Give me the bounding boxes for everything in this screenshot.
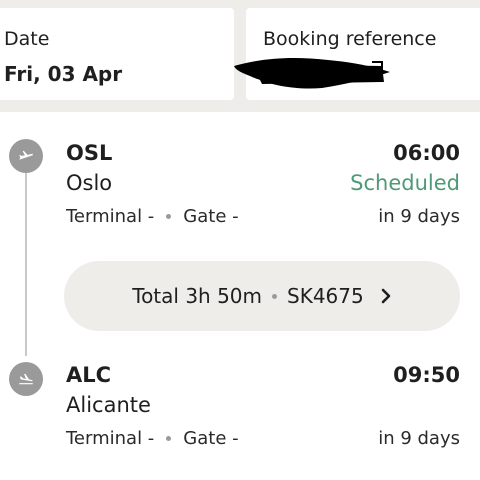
departure-terminal: Terminal - bbox=[66, 206, 155, 227]
separator-dot bbox=[272, 293, 278, 299]
arrival-terminal-gate: Terminal - Gate - bbox=[66, 428, 239, 449]
booking-reference-label: Booking reference bbox=[263, 28, 437, 50]
plane-landing-icon bbox=[9, 362, 43, 396]
flight-status: Scheduled bbox=[350, 171, 460, 195]
timeline-line bbox=[25, 172, 27, 356]
departure-city: Oslo bbox=[66, 171, 113, 195]
departure-time: 06:00 bbox=[393, 141, 460, 165]
arrival-terminal: Terminal - bbox=[66, 428, 155, 449]
date-value: Fri, 03 Apr bbox=[4, 62, 123, 86]
date-card: Date Fri, 03 Apr bbox=[0, 8, 234, 100]
arrival-code: ALC bbox=[66, 363, 112, 387]
chevron-right-icon bbox=[380, 288, 392, 304]
flight-number: SK4675 bbox=[287, 284, 364, 308]
separator-dot bbox=[166, 214, 172, 219]
arrival-time: 09:50 bbox=[393, 363, 460, 387]
departure-code: OSL bbox=[66, 141, 113, 165]
flight-details-button[interactable]: Total 3h 50m SK4675 bbox=[64, 261, 460, 331]
flight-duration: Total 3h 50m bbox=[132, 284, 263, 308]
plane-takeoff-icon bbox=[9, 139, 43, 173]
arrival-gate: Gate - bbox=[183, 428, 239, 449]
arrival-city: Alicante bbox=[66, 393, 151, 417]
departure-relative-day: in 9 days bbox=[378, 206, 460, 227]
departure-terminal-gate: Terminal - Gate - bbox=[66, 206, 239, 227]
arrival-relative-day: in 9 days bbox=[378, 428, 460, 449]
departure-gate: Gate - bbox=[183, 206, 239, 227]
separator-dot bbox=[166, 436, 172, 441]
redaction-scribble bbox=[234, 58, 390, 89]
date-label: Date bbox=[4, 28, 50, 50]
